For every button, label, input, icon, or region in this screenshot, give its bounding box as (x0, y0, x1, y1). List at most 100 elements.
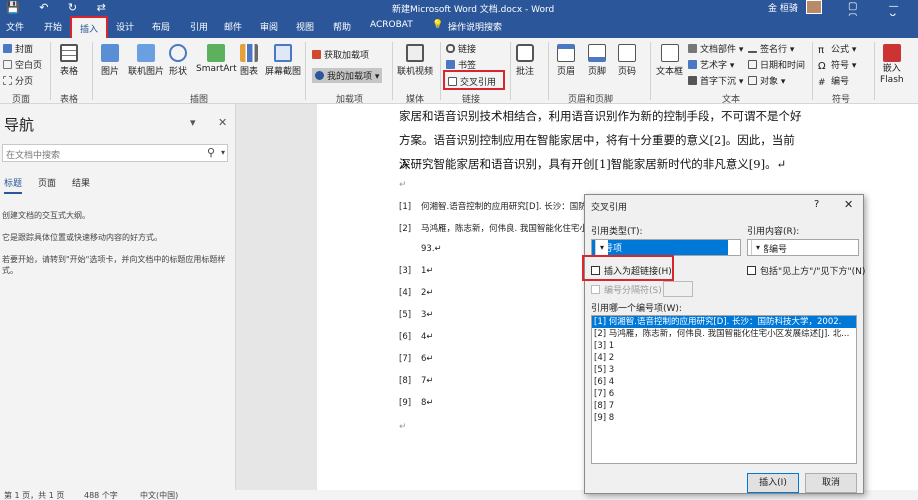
object-icon (748, 76, 757, 85)
include-above-below-checkbox[interactable]: 包括"见上方"/"见下方"(N) (747, 264, 865, 277)
equation-button[interactable]: π 公式 ▾ (818, 42, 856, 56)
symbol-button[interactable]: Ω 符号 ▾ (818, 58, 856, 72)
screenshot-button[interactable]: 屏幕截图 (265, 44, 301, 77)
picture-button[interactable]: 图片 (101, 44, 119, 77)
chart-button[interactable]: 图表 (240, 44, 258, 77)
reference-item: [5] 3↵ (399, 310, 434, 320)
date-time-button[interactable]: 日期和时间 (748, 58, 805, 71)
online-picture-button[interactable]: 联机图片 (128, 44, 164, 77)
wordart-icon (688, 60, 697, 69)
embed-flash-button[interactable]: 嵌入 Flash (880, 44, 904, 86)
shapes-button[interactable]: 形状 (169, 44, 187, 77)
tab-review[interactable]: 审阅 (260, 20, 278, 33)
list-item[interactable]: [7] 6 (592, 388, 856, 400)
page-count[interactable]: 第 1 页，共 1 页 (4, 490, 64, 500)
group-separator (92, 42, 93, 100)
signature-line-button[interactable]: 签名行 ▾ (748, 42, 794, 55)
avatar[interactable] (806, 0, 822, 14)
wordart-button[interactable]: 艺术字 ▾ (688, 58, 734, 71)
list-item[interactable]: [5] 3 (592, 364, 856, 376)
object-button[interactable]: 对象 ▾ (748, 74, 785, 87)
tab-layout[interactable]: 布局 (152, 20, 170, 33)
header-button[interactable]: 页眉 (557, 44, 575, 77)
ribbon-tabs: 文件 开始 插入 设计 布局 引用 邮件 审阅 视图 帮助 ACROBAT 💡 … (0, 16, 918, 38)
tab-file[interactable]: 文件 (6, 20, 24, 33)
numbered-items-list[interactable]: [1] 何湘智.语音控制的应用研究[D]. 长沙：国防科技大学，2002. [2… (591, 315, 857, 464)
table-button[interactable]: 表格 (60, 44, 78, 77)
chart-icon (240, 44, 258, 62)
help-icon[interactable]: ? (814, 199, 819, 210)
signature-icon (748, 44, 757, 53)
nav-tab-headings[interactable]: 标题 (4, 176, 23, 194)
list-item[interactable]: [3] 1 (592, 340, 856, 352)
list-item[interactable]: [9] 8 (592, 412, 856, 424)
tab-design[interactable]: 设计 (116, 20, 134, 33)
list-item[interactable]: [8] 7 (592, 400, 856, 412)
language-status[interactable]: 中文(中国) (140, 490, 178, 500)
cancel-button[interactable]: 取消 (805, 473, 857, 493)
nav-options-icon[interactable]: ▾ (190, 116, 196, 129)
chevron-down-icon[interactable]: ▾ (221, 148, 225, 157)
reference-item: 93.↵ (421, 244, 442, 254)
ref-type-select[interactable]: 编号项 ▾ (591, 239, 741, 256)
footer-button[interactable]: 页脚 (588, 44, 606, 77)
nav-tab-results[interactable]: 结果 (72, 176, 90, 189)
search-icon[interactable]: ⚲ (207, 146, 215, 159)
list-item[interactable]: [4] 2 (592, 352, 856, 364)
nav-search-input[interactable]: 在文档中搜索 ⚲ ▾ (2, 144, 228, 162)
drop-cap-button[interactable]: 首字下沉 ▾ (688, 74, 743, 87)
tab-references[interactable]: 引用 (190, 20, 208, 33)
nav-tab-pages[interactable]: 页面 (38, 176, 56, 189)
cover-page-button[interactable]: 封面 (3, 42, 33, 55)
comment-button[interactable]: 批注 (516, 44, 534, 77)
ref-content-select[interactable]: 段落编号 ▾ (747, 239, 859, 256)
flash-icon (882, 44, 901, 62)
close-icon[interactable]: ✕ (844, 198, 853, 211)
get-addins-button[interactable]: 获取加载项 (312, 48, 369, 61)
hyperlink-highlight (582, 255, 674, 281)
quick-access-toolbar[interactable]: 💾 ↶ ↻ ⇄ (6, 1, 114, 14)
list-item[interactable]: [6] 4 (592, 376, 856, 388)
blank-page-button[interactable]: 空白页 (3, 58, 42, 71)
user-name[interactable]: 金 桓骑 (768, 1, 798, 14)
shapes-icon (169, 44, 187, 62)
reference-item: [3] 1↵ (399, 266, 434, 276)
separator-input[interactable] (663, 281, 693, 297)
omega-icon: Ω (818, 61, 826, 72)
list-item[interactable]: [2] 马鸿雁，陈志新，何伟良. 我国智能化住宅小区发展综述[J]. 北... (592, 328, 856, 340)
nav-close-icon[interactable]: ✕ (218, 116, 227, 129)
tab-help[interactable]: 帮助 (333, 20, 351, 33)
insert-button[interactable]: 插入(I) (747, 473, 799, 493)
nav-hint: 它是跟踪具体位置或快速移动内容的好方式。 (2, 233, 162, 242)
tab-view[interactable]: 视图 (296, 20, 314, 33)
tab-home[interactable]: 开始 (44, 20, 62, 33)
smartart-button[interactable]: SmartArt (196, 44, 237, 74)
page-break-icon (3, 76, 12, 85)
my-addins-button[interactable]: 我的加载项 ▾ (312, 68, 383, 83)
reference-item: [7] 6↵ (399, 354, 434, 364)
cross-reference-dialog: 交叉引用 ? ✕ 引用类型(T): 编号项 ▾ 引用内容(R): 段落编号 ▾ … (582, 194, 865, 494)
numbering-button[interactable]: # 编号 (818, 74, 849, 88)
checkbox[interactable] (747, 266, 756, 275)
paragraph-mark: ↵ (399, 422, 407, 432)
tell-me-search[interactable]: 操作说明搜索 (448, 20, 502, 33)
link-button[interactable]: 链接 (446, 42, 476, 55)
header-icon (557, 44, 575, 62)
nav-hint: 创建文档的交互式大纲。 (2, 211, 90, 220)
text-box-button[interactable]: 文本框 (656, 44, 683, 77)
checkbox[interactable] (591, 285, 600, 294)
quick-parts-button[interactable]: 文档部件 ▾ (688, 42, 743, 55)
page-number-button[interactable]: 页码 (618, 44, 636, 77)
page-break-button[interactable]: 分页 (3, 74, 33, 87)
word-count[interactable]: 488 个字 (84, 490, 118, 500)
tab-insert[interactable]: 插入 (70, 16, 109, 38)
separator-checkbox[interactable]: 编号分隔符(S) (591, 283, 662, 296)
table-icon (60, 44, 78, 62)
list-item[interactable]: [1] 何湘智.语音控制的应用研究[D]. 长沙：国防科技大学，2002. (592, 316, 856, 328)
tab-mailings[interactable]: 邮件 (224, 20, 242, 33)
navigation-pane: 导航 ▾ ✕ 在文档中搜索 ⚲ ▾ 标题 页面 结果 创建文档的交互式大纲。 它… (0, 104, 236, 490)
tab-acrobat[interactable]: ACROBAT (370, 20, 413, 30)
footer-icon (588, 44, 606, 62)
online-video-button[interactable]: 联机视频 (397, 44, 433, 77)
dialog-title: 交叉引用 (591, 203, 628, 213)
